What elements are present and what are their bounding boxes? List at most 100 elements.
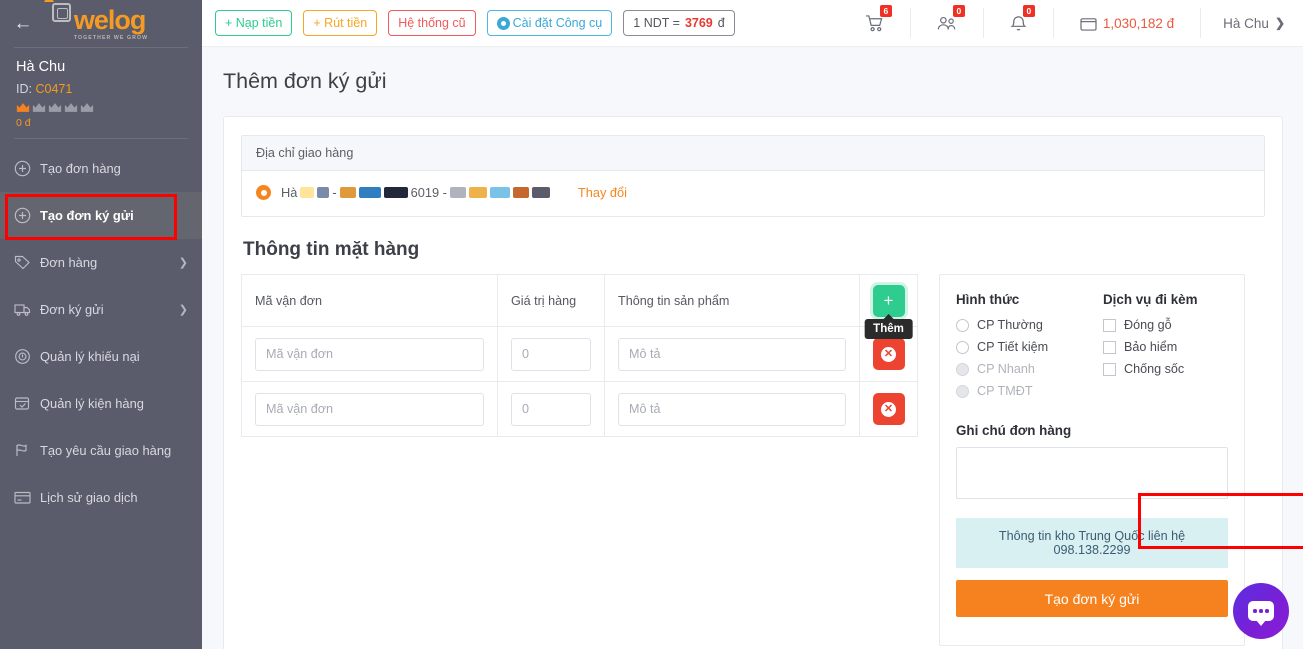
sidebar-item-label: Lịch sử giao dịch — [40, 490, 138, 505]
withdraw-button-label: + Rút tiền — [313, 16, 368, 30]
sidebar-user-id-label: ID: — [16, 82, 32, 96]
goods-and-options-row: Mã vận đơn Giá trị hàng Thông tin sản ph… — [241, 274, 1265, 646]
goods-table-body: ✕✕ — [241, 326, 918, 437]
value-input[interactable] — [511, 337, 591, 371]
old-system-button[interactable]: Hệ thống cũ — [388, 10, 476, 36]
shipping-method-column: Hình thức CP Thường CP Tiết kiệm CP Nhanh C… — [956, 292, 1081, 406]
sidebar-item-3[interactable]: Đơn ký gửi ❯ — [0, 286, 202, 333]
sidebar-item-label: Quản lý khiếu nại — [40, 349, 140, 364]
sidebar-item-6[interactable]: Tạo yêu cầu giao hàng — [0, 427, 202, 474]
sidebar-item-label: Đơn ký gửi — [40, 302, 104, 317]
box-check-icon — [14, 395, 31, 412]
sidebar-item-1[interactable]: Tạo đơn ký gửi — [0, 192, 202, 239]
address-text: Hà - 6019 - — [281, 185, 550, 200]
app-logo[interactable]: welog TOGETHER WE GROW — [30, 0, 192, 41]
wallet-amount: 1,030,182 đ — [1102, 15, 1175, 31]
change-address-link[interactable]: Thay đổi — [578, 185, 627, 200]
address-redacted-8 — [489, 187, 510, 198]
crown-icon — [64, 103, 78, 112]
service-option-0[interactable]: Đóng gỗ — [1103, 318, 1228, 332]
main-content: + Nạp tiền + Rút tiền Hệ thống cũ Cài đặ… — [202, 0, 1303, 649]
checkbox-icon[interactable] — [1103, 340, 1116, 354]
install-tool-button[interactable]: Cài đặt Công cụ — [486, 10, 613, 36]
cell-value — [497, 381, 605, 437]
sidebar-item-label: Tạo yêu cầu giao hàng — [40, 443, 172, 458]
service-option-2[interactable]: Chống sốc — [1103, 362, 1228, 376]
bell-badge: 0 — [1022, 5, 1035, 17]
alert-circle-icon — [14, 348, 31, 365]
radio-icon[interactable] — [956, 318, 969, 332]
radio-icon[interactable] — [956, 340, 969, 354]
crown-icon — [48, 103, 62, 112]
service-label: Bảo hiểm — [1124, 340, 1178, 354]
page-title: Thêm đơn ký gửi — [223, 69, 387, 93]
shipping-method-option-3: CP TMĐT — [956, 384, 1081, 398]
exchange-rate-suffix: đ — [717, 16, 725, 30]
cell-actions: ✕ — [859, 381, 918, 437]
wallet-balance[interactable]: 1,030,182 đ — [1052, 8, 1200, 38]
logo-tagline: TOGETHER WE GROW — [73, 34, 149, 41]
address-redacted-10 — [531, 187, 550, 198]
sidebar-item-5[interactable]: Quản lý kiện hàng — [0, 380, 202, 427]
remove-circle-icon: ✕ — [881, 346, 896, 362]
top-header: + Nạp tiền + Rút tiền Hệ thống cũ Cài đặ… — [202, 0, 1303, 47]
user-menu[interactable]: Hà Chu ❯ — [1200, 8, 1303, 38]
deposit-button[interactable]: + Nạp tiền — [215, 10, 293, 36]
address-redacted-6 — [449, 187, 466, 198]
address-redacted-9 — [512, 187, 529, 198]
header-icon-group: 6 0 0 1,030,182 đ Hà Chu ❯ — [839, 0, 1303, 47]
address-radio-selected[interactable] — [256, 185, 271, 200]
shipping-method-option-0[interactable]: CP Thường — [956, 318, 1081, 332]
service-label: Đóng gỗ — [1124, 318, 1172, 332]
users-button[interactable]: 0 — [909, 5, 983, 38]
shipping-method-label: CP Tiết kiệm — [977, 340, 1049, 354]
cell-product-info — [604, 326, 860, 382]
delete-row-button[interactable]: ✕ — [872, 393, 905, 425]
install-tool-button-label: Cài đặt Công cụ — [512, 16, 603, 30]
product-info-input[interactable] — [618, 392, 846, 426]
goods-table: Mã vận đơn Giá trị hàng Thông tin sản ph… — [241, 274, 918, 437]
chevron-right-icon: ❯ — [1274, 16, 1285, 30]
chat-widget-button[interactable] — [1233, 583, 1289, 639]
order-options-panel: Hình thức CP Thường CP Tiết kiệm CP Nhanh C… — [939, 274, 1245, 646]
cart-button[interactable]: 6 — [839, 5, 910, 38]
sidebar-item-4[interactable]: Quản lý khiếu nại — [0, 333, 202, 380]
tracking-code-input[interactable] — [255, 337, 484, 371]
value-input[interactable] — [511, 392, 591, 426]
delivery-address-row[interactable]: Hà - 6019 - Thay đổi — [242, 171, 1264, 216]
tag-icon — [14, 254, 31, 271]
notifications-button[interactable]: 0 — [982, 5, 1053, 38]
sidebar-item-7[interactable]: Lịch sử giao dịch — [0, 474, 202, 521]
service-label: Chống sốc — [1124, 362, 1185, 376]
sidebar: ← welog TOGETHER WE GROW Hà Chu ID: C047… — [0, 0, 202, 649]
address-redacted-7 — [468, 187, 487, 198]
crown-icon — [80, 103, 94, 112]
sidebar-item-label: Đơn hàng — [40, 255, 98, 270]
shipping-method-list: CP Thường CP Tiết kiệm CP Nhanh CP TMĐT — [956, 318, 1081, 398]
service-option-1[interactable]: Bảo hiểm — [1103, 340, 1228, 354]
address-redacted-2 — [317, 187, 330, 198]
radio-icon — [956, 384, 969, 398]
checkbox-icon[interactable] — [1103, 362, 1116, 376]
sidebar-item-0[interactable]: Tạo đơn hàng — [0, 145, 202, 192]
add-row-button[interactable]: + — [872, 284, 905, 317]
order-note-input[interactable] — [956, 447, 1228, 499]
product-info-input[interactable] — [618, 337, 846, 371]
address-redacted-3 — [339, 187, 356, 198]
shipping-method-option-1[interactable]: CP Tiết kiệm — [956, 340, 1081, 354]
sidebar-item-2[interactable]: Đơn hàng ❯ — [0, 239, 202, 286]
delete-row-button[interactable]: ✕ — [872, 338, 905, 370]
address-redacted-1 — [300, 187, 315, 198]
sidebar-user-id-value: C0471 — [35, 82, 73, 96]
address-prefix: Hà — [281, 185, 298, 200]
checkbox-icon[interactable] — [1103, 318, 1116, 332]
col-header-value: Giá trị hàng — [497, 274, 605, 327]
shipping-method-label: CP Nhanh — [977, 362, 1035, 376]
withdraw-button[interactable]: + Rút tiền — [303, 10, 378, 36]
logo-wordmark: welog — [73, 4, 147, 35]
tracking-code-input[interactable] — [255, 392, 484, 426]
page-body: Thêm đơn ký gửi Địa chỉ giao hàng Hà - 6… — [202, 47, 1303, 649]
create-consignment-button[interactable]: Tạo đơn ký gửi — [956, 580, 1228, 617]
shipping-method-option-2: CP Nhanh — [956, 362, 1081, 376]
cell-tracking-code — [241, 326, 498, 382]
